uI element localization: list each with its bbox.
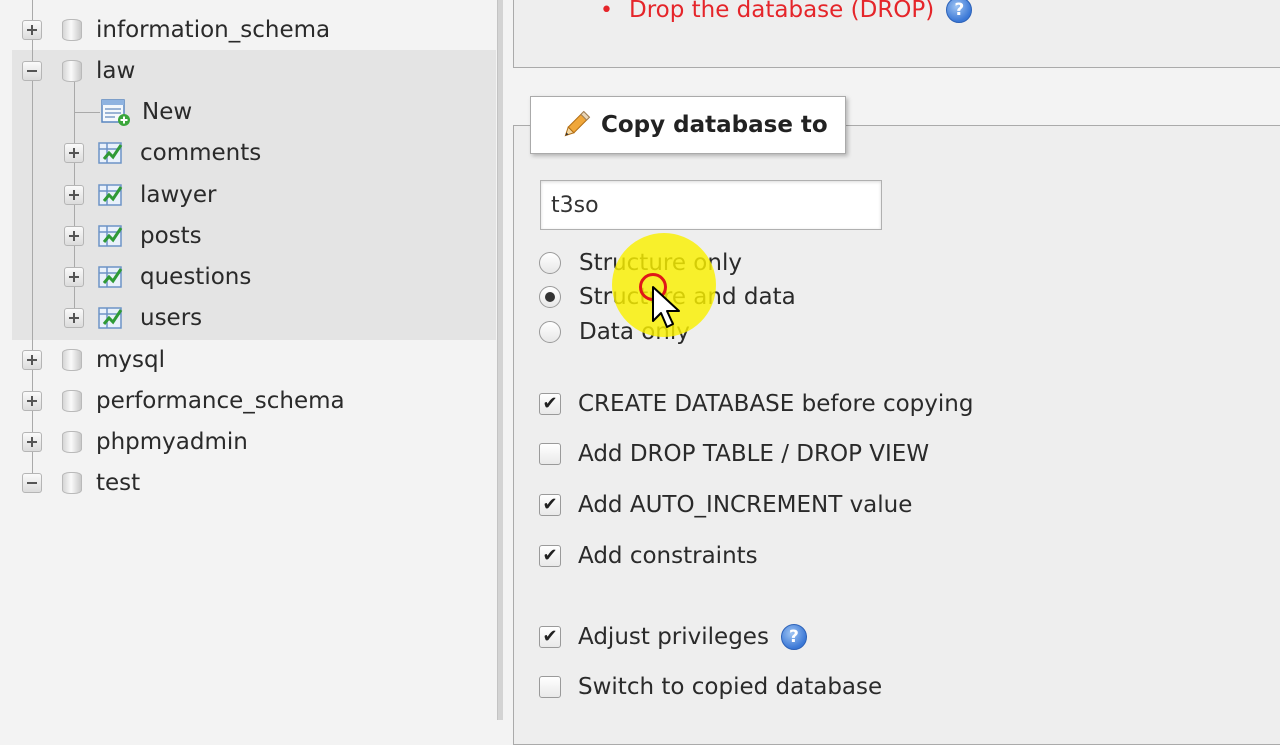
new-db-name-input[interactable] bbox=[540, 180, 882, 230]
checkbox-adjust-privileges[interactable]: ✔ bbox=[539, 626, 561, 648]
db-label[interactable]: test bbox=[96, 470, 140, 496]
db-node-performance-schema[interactable]: performance_schema bbox=[22, 382, 345, 420]
table-icon bbox=[98, 307, 123, 329]
table-label[interactable]: lawyer bbox=[140, 182, 217, 208]
table-label[interactable]: posts bbox=[140, 223, 202, 249]
new-table-icon bbox=[101, 99, 130, 126]
new-table-label[interactable]: New bbox=[142, 99, 192, 125]
table-icon bbox=[98, 266, 123, 288]
expand-icon[interactable] bbox=[22, 350, 42, 370]
expand-icon[interactable] bbox=[64, 185, 84, 205]
db-label[interactable]: law bbox=[96, 58, 135, 84]
structure-only-option[interactable]: Structure only bbox=[539, 250, 742, 276]
table-icon bbox=[98, 184, 123, 206]
expand-icon[interactable] bbox=[22, 391, 42, 411]
drop-database-item: • Drop the database (DROP) ? bbox=[600, 0, 973, 28]
help-icon[interactable]: ? bbox=[780, 624, 807, 650]
checkbox-label[interactable]: Add constraints bbox=[578, 543, 758, 569]
radio-structure-only[interactable] bbox=[539, 252, 561, 274]
table-label[interactable]: users bbox=[140, 305, 202, 331]
table-icon bbox=[98, 225, 123, 247]
table-node-questions[interactable]: questions bbox=[64, 258, 251, 296]
database-icon bbox=[62, 17, 82, 43]
navigation-panel: information_schema law New comments lawy… bbox=[0, 0, 498, 720]
expand-icon[interactable] bbox=[22, 432, 42, 452]
checkbox-create-database[interactable]: ✔ bbox=[539, 393, 561, 415]
structure-and-data-option[interactable]: Structure and data bbox=[539, 284, 796, 310]
copy-database-legend: Copy database to bbox=[530, 96, 846, 154]
table-node-comments[interactable]: comments bbox=[64, 134, 261, 172]
data-only-option[interactable]: Data only bbox=[539, 319, 690, 345]
expand-icon[interactable] bbox=[64, 143, 84, 163]
db-node-law[interactable]: law bbox=[22, 52, 135, 90]
radio-label[interactable]: Structure and data bbox=[579, 284, 796, 310]
table-label[interactable]: comments bbox=[140, 140, 261, 166]
checkbox-add-constraints[interactable]: ✔ bbox=[539, 545, 561, 567]
collapse-icon[interactable] bbox=[22, 61, 42, 81]
table-node-lawyer[interactable]: lawyer bbox=[64, 176, 217, 214]
db-label[interactable]: performance_schema bbox=[96, 388, 345, 414]
radio-structure-and-data[interactable] bbox=[539, 286, 561, 308]
main-content: • Drop the database (DROP) ? Copy databa… bbox=[503, 0, 1280, 745]
radio-label[interactable]: Data only bbox=[579, 319, 690, 345]
switch-to-copied-option[interactable]: Switch to copied database bbox=[539, 674, 882, 700]
checkbox-label[interactable]: Add AUTO_INCREMENT value bbox=[578, 492, 912, 518]
checkbox-label[interactable]: Switch to copied database bbox=[578, 674, 882, 700]
database-icon bbox=[62, 58, 82, 84]
table-icon bbox=[98, 142, 123, 164]
database-icon bbox=[62, 429, 82, 455]
table-label[interactable]: questions bbox=[140, 264, 251, 290]
checkbox-auto-increment[interactable]: ✔ bbox=[539, 494, 561, 516]
pencil-icon bbox=[564, 110, 591, 137]
collapse-icon[interactable] bbox=[22, 473, 42, 493]
table-node-users[interactable]: users bbox=[64, 299, 202, 337]
table-node-posts[interactable]: posts bbox=[64, 217, 202, 255]
database-icon bbox=[62, 388, 82, 414]
drop-database-link[interactable]: Drop the database (DROP) bbox=[629, 0, 934, 23]
db-node-mysql[interactable]: mysql bbox=[22, 341, 165, 379]
checkbox-label[interactable]: CREATE DATABASE before copying bbox=[578, 391, 973, 417]
radio-label[interactable]: Structure only bbox=[579, 250, 742, 276]
expand-icon[interactable] bbox=[64, 308, 84, 328]
expand-icon[interactable] bbox=[64, 226, 84, 246]
auto-increment-option[interactable]: ✔ Add AUTO_INCREMENT value bbox=[539, 492, 912, 518]
database-icon bbox=[62, 347, 82, 373]
tree-line bbox=[74, 112, 100, 113]
db-node-phpmyadmin[interactable]: phpmyadmin bbox=[22, 423, 248, 461]
create-database-option[interactable]: ✔ CREATE DATABASE before copying bbox=[539, 391, 973, 417]
db-label[interactable]: mysql bbox=[96, 347, 165, 373]
add-drop-table-option[interactable]: Add DROP TABLE / DROP VIEW bbox=[539, 441, 929, 467]
db-node-test[interactable]: test bbox=[22, 464, 140, 502]
expand-icon[interactable] bbox=[64, 267, 84, 287]
expand-icon[interactable] bbox=[22, 20, 42, 40]
section-title: Copy database to bbox=[601, 112, 828, 138]
bullet: • bbox=[600, 0, 613, 23]
checkbox-add-drop-table[interactable] bbox=[539, 443, 561, 465]
add-constraints-option[interactable]: ✔ Add constraints bbox=[539, 543, 758, 569]
radio-data-only[interactable] bbox=[539, 321, 561, 343]
new-table-node[interactable]: New bbox=[100, 93, 192, 131]
db-label[interactable]: information_schema bbox=[96, 17, 330, 43]
checkbox-label[interactable]: Adjust privileges bbox=[578, 624, 769, 650]
database-icon bbox=[62, 470, 82, 496]
adjust-privileges-option[interactable]: ✔ Adjust privileges ? bbox=[539, 624, 807, 650]
help-icon[interactable]: ? bbox=[946, 0, 973, 23]
checkbox-switch-to-copied[interactable] bbox=[539, 676, 561, 698]
db-label[interactable]: phpmyadmin bbox=[96, 429, 248, 455]
db-node-information-schema[interactable]: information_schema bbox=[22, 11, 330, 49]
checkbox-label[interactable]: Add DROP TABLE / DROP VIEW bbox=[578, 441, 929, 467]
